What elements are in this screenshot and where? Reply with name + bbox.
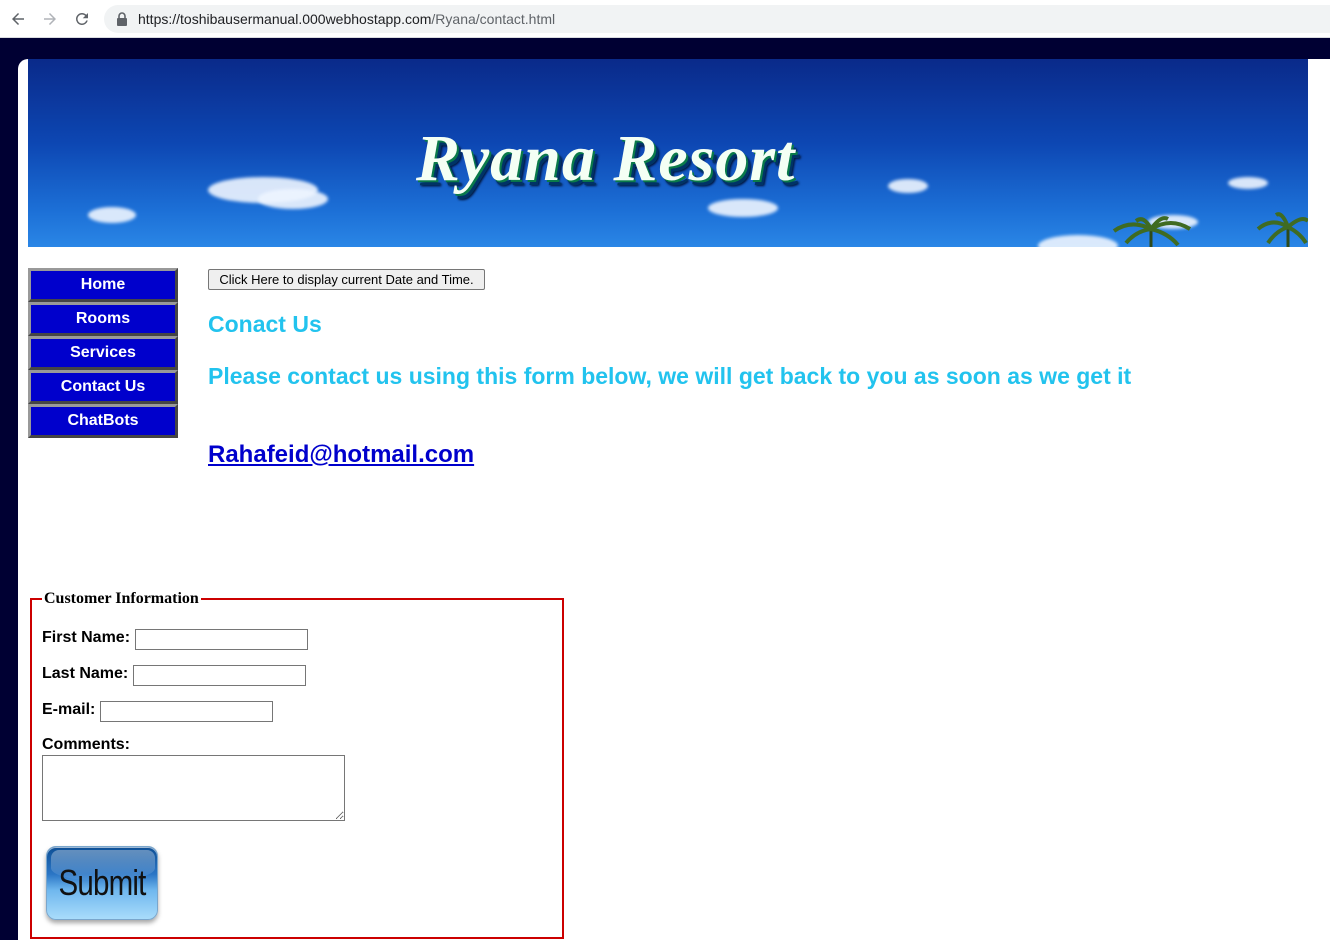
- reload-icon[interactable]: [70, 7, 94, 31]
- nav-item-services[interactable]: Services: [28, 336, 178, 370]
- page-subheading: Please contact us using this form below,…: [208, 363, 1132, 389]
- last-name-input[interactable]: [133, 665, 306, 686]
- page-heading: Conact Us: [208, 311, 322, 337]
- site-banner: Ryana Resort: [28, 59, 1308, 247]
- banner-title: Ryana Resort: [416, 122, 796, 195]
- palm-tree-icon: [1256, 212, 1308, 247]
- lock-icon: [117, 12, 127, 26]
- comments-textarea[interactable]: [42, 755, 345, 821]
- nav-item-rooms[interactable]: Rooms: [28, 302, 178, 336]
- nav-item-chatbots[interactable]: ChatBots: [28, 404, 178, 438]
- nav-item-contact-us[interactable]: Contact Us: [28, 370, 178, 404]
- url-path: /Ryana/contact.html: [431, 11, 556, 27]
- sidebar-nav: Home Rooms Services Contact Us ChatBots: [28, 268, 178, 438]
- first-name-input[interactable]: [135, 629, 308, 650]
- url-host: https://toshibausermanual.000webhostapp.…: [138, 11, 432, 27]
- email-input[interactable]: [100, 701, 273, 722]
- nav-item-home[interactable]: Home: [28, 268, 178, 302]
- forward-arrow-icon[interactable]: [38, 7, 62, 31]
- email-label: E-mail:: [42, 701, 96, 718]
- address-bar[interactable]: https://toshibausermanual.000webhostapp.…: [104, 5, 1330, 33]
- first-name-label: First Name:: [42, 629, 131, 646]
- last-name-label: Last Name:: [42, 665, 129, 682]
- submit-label: Submit: [58, 862, 147, 903]
- palm-tree-icon: [1112, 216, 1192, 247]
- display-datetime-button[interactable]: Click Here to display current Date and T…: [208, 269, 485, 290]
- browser-toolbar: https://toshibausermanual.000webhostapp.…: [0, 0, 1330, 38]
- submit-button[interactable]: Submit: [46, 846, 158, 920]
- back-arrow-icon[interactable]: [6, 7, 30, 31]
- comments-label: Comments:: [42, 736, 131, 753]
- email-link[interactable]: Rahafeid@hotmail.com: [208, 441, 474, 469]
- fieldset-legend: Customer Information: [42, 590, 201, 608]
- url-text[interactable]: https://toshibausermanual.000webhostapp.…: [138, 11, 555, 27]
